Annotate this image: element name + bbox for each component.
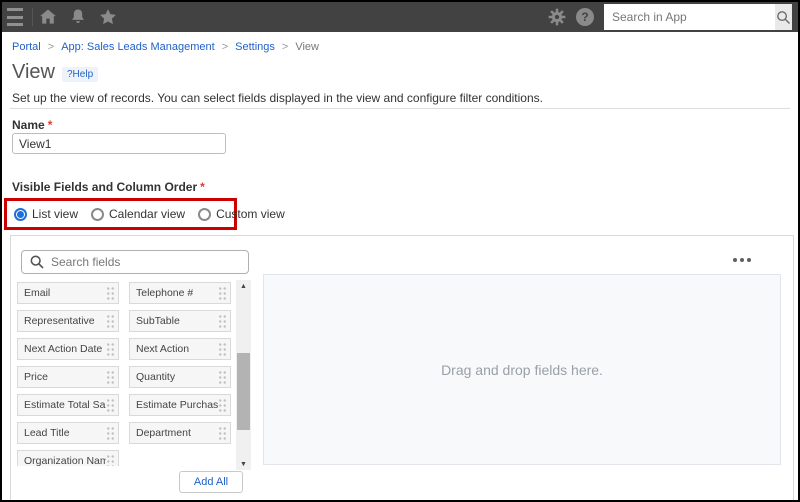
add-all-button[interactable]: Add All	[179, 471, 243, 493]
help-link[interactable]: ?Help	[62, 67, 99, 82]
search-icon	[777, 10, 791, 24]
field-chip-label: Estimate Total Sales	[24, 399, 106, 411]
hamburger-menu-icon[interactable]	[7, 8, 33, 26]
ellipsis-icon[interactable]	[731, 256, 753, 264]
app-window: ? Portal > App: Sales Leads Management > Set…	[0, 0, 800, 502]
drop-zone-text: Drag and drop fields here.	[441, 361, 603, 378]
field-chip-label: Representative	[24, 315, 95, 327]
help-icon[interactable]: ?	[576, 8, 594, 26]
drag-handle-icon	[218, 285, 227, 301]
field-search-input[interactable]	[51, 255, 241, 269]
bell-icon[interactable]	[68, 7, 88, 27]
visible-fields-label: Visible Fields and Column Order *	[12, 180, 205, 194]
field-chip[interactable]: Representative	[17, 310, 119, 332]
drag-handle-icon	[218, 313, 227, 329]
field-search-box	[21, 250, 249, 274]
breadcrumb-item[interactable]: Settings	[235, 41, 275, 53]
field-chip-label: SubTable	[136, 315, 180, 327]
field-chip-label: Telephone #	[136, 287, 194, 299]
drag-handle-icon	[106, 285, 115, 301]
field-chip[interactable]: Email	[17, 282, 119, 304]
drag-handle-icon	[106, 313, 115, 329]
drag-handle-icon	[106, 369, 115, 385]
drag-handle-icon	[218, 425, 227, 441]
radio-calendar-view[interactable]: Calendar view	[91, 207, 185, 221]
radio-icon	[14, 207, 27, 221]
field-picker-panel: Email Telephone # Representative SubTable Ne…	[10, 235, 794, 500]
scroll-up-icon[interactable]: ▲	[236, 280, 251, 292]
star-icon[interactable]	[98, 7, 118, 27]
field-chip[interactable]: Estimate Purchase D...	[129, 394, 231, 416]
drag-handle-icon	[218, 369, 227, 385]
view-name-input[interactable]	[12, 133, 226, 154]
field-chip-label: Next Action	[136, 343, 190, 355]
field-chip[interactable]: Price	[17, 366, 119, 388]
scrollbar[interactable]: ▲ ▼	[236, 280, 251, 470]
drag-handle-icon	[106, 425, 115, 441]
gear-icon[interactable]	[547, 7, 567, 27]
search-icon	[30, 255, 44, 269]
page-description: Set up the view of records. You can sele…	[12, 91, 543, 105]
field-chip-label: Price	[24, 371, 48, 383]
app-searchbox	[604, 4, 792, 30]
scrollbar-thumb[interactable]	[237, 353, 250, 430]
breadcrumb-item[interactable]: App: Sales Leads Management	[61, 41, 215, 53]
field-chip-label: Quantity	[136, 371, 176, 383]
search-input[interactable]	[604, 4, 775, 30]
breadcrumb-separator: >	[221, 41, 229, 53]
required-mark: *	[47, 118, 53, 132]
drag-handle-icon	[106, 453, 115, 466]
topbar: ?	[2, 2, 798, 32]
highlight-box: List view Calendar view Custom view	[4, 198, 285, 230]
drag-handle-icon	[218, 341, 227, 357]
field-chip[interactable]: Lead Title	[17, 422, 119, 444]
radio-icon	[198, 207, 212, 221]
field-chip-label: Estimate Purchase D...	[136, 399, 218, 411]
divider	[10, 108, 790, 109]
field-chip[interactable]: SubTable	[129, 310, 231, 332]
field-chip-label: Lead Title	[24, 427, 70, 439]
name-label: Name *	[12, 118, 53, 132]
field-chip-label: Next Action Date	[24, 343, 103, 355]
field-chip[interactable]: Telephone #	[129, 282, 231, 304]
scroll-down-icon[interactable]: ▼	[236, 458, 251, 470]
field-chip[interactable]: Department	[129, 422, 231, 444]
required-mark: *	[200, 180, 205, 194]
field-chip-label: Email	[24, 287, 51, 299]
field-chip[interactable]: Estimate Total Sales	[17, 394, 119, 416]
radio-label: Custom view	[216, 207, 285, 221]
field-chip[interactable]: Next Action	[129, 338, 231, 360]
search-button[interactable]	[775, 4, 792, 30]
drag-handle-icon	[218, 397, 227, 413]
breadcrumb-separator: >	[281, 41, 289, 53]
radio-icon	[91, 207, 105, 221]
field-chip[interactable]: Next Action Date	[17, 338, 119, 360]
field-chip-label: Organization Name	[24, 455, 106, 466]
field-chip[interactable]: Quantity	[129, 366, 231, 388]
drop-zone[interactable]: Drag and drop fields here.	[263, 274, 781, 465]
breadcrumb-separator: >	[47, 41, 55, 53]
breadcrumb-item[interactable]: Portal	[12, 41, 41, 53]
field-chip-label: Department	[136, 427, 191, 439]
radio-label: List view	[32, 207, 79, 221]
radio-custom-view[interactable]: Custom view	[198, 207, 285, 221]
breadcrumb: Portal > App: Sales Leads Management > Setti…	[12, 41, 319, 53]
page-title: View	[12, 61, 55, 83]
drag-handle-icon	[106, 397, 115, 413]
home-icon[interactable]	[38, 7, 58, 27]
breadcrumb-item: View	[295, 41, 319, 53]
radio-list-view[interactable]: List view	[14, 207, 78, 221]
radio-label: Calendar view	[109, 207, 186, 221]
drag-handle-icon	[106, 341, 115, 357]
field-list: Email Telephone # Representative SubTable Ne…	[17, 282, 240, 466]
field-chip[interactable]: Organization Name	[17, 450, 119, 466]
